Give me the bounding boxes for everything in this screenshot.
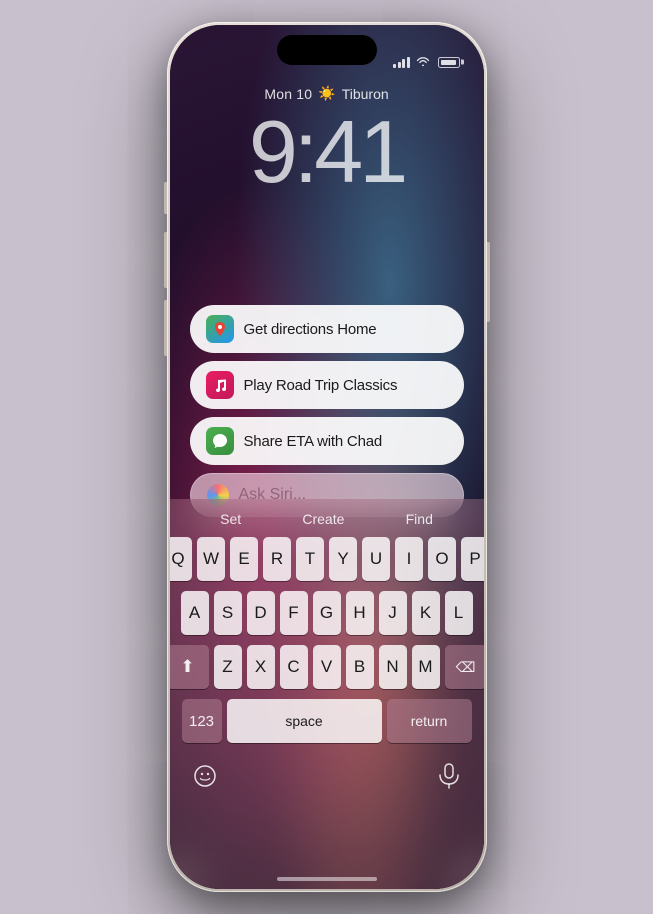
maps-app-icon xyxy=(206,315,234,343)
key-r[interactable]: R xyxy=(263,537,291,581)
side-button-volume-down[interactable] xyxy=(164,300,167,356)
key-x[interactable]: X xyxy=(247,645,275,689)
side-button-silent[interactable] xyxy=(164,182,167,214)
weather-icon: ☀️ xyxy=(318,85,335,102)
emoji-keyboard-icon[interactable] xyxy=(186,757,224,795)
key-row-2: A S D F G H J K L xyxy=(176,591,478,635)
key-s[interactable]: S xyxy=(214,591,242,635)
key-n[interactable]: N xyxy=(379,645,407,689)
key-u[interactable]: U xyxy=(362,537,390,581)
dynamic-island xyxy=(277,35,377,65)
delete-key[interactable]: ⌫ xyxy=(445,645,484,689)
date-weather-row: Mon 10 ☀️ Tiburon xyxy=(264,85,388,102)
key-g[interactable]: G xyxy=(313,591,341,635)
key-row-4: 123 space return xyxy=(176,699,478,743)
keyboard: Set Create Find Q W E R T Y U I O P xyxy=(170,499,484,889)
wifi-icon xyxy=(416,55,430,69)
quicktype-row: Set Create Find xyxy=(170,499,484,537)
key-l[interactable]: L xyxy=(445,591,473,635)
key-h[interactable]: H xyxy=(346,591,374,635)
home-indicator xyxy=(277,877,377,881)
suggestion-messages[interactable]: Share ETA with Chad xyxy=(190,417,464,465)
suggestion-directions-text: Get directions Home xyxy=(244,321,377,338)
numbers-key[interactable]: 123 xyxy=(182,699,222,743)
key-j[interactable]: J xyxy=(379,591,407,635)
key-row-3: ⬆ Z X C V B N M ⌫ xyxy=(176,645,478,689)
time-display: 9:41 xyxy=(249,108,404,196)
key-d[interactable]: D xyxy=(247,591,275,635)
suggestion-directions[interactable]: Get directions Home xyxy=(190,305,464,353)
battery-icon xyxy=(438,57,460,68)
key-y[interactable]: Y xyxy=(329,537,357,581)
key-w[interactable]: W xyxy=(197,537,225,581)
keyboard-bottom-row xyxy=(170,753,484,805)
siri-suggestions: Get directions Home Play Road Trip Class… xyxy=(190,305,464,517)
quicktype-find[interactable]: Find xyxy=(394,507,445,531)
side-button-volume-up[interactable] xyxy=(164,232,167,288)
quicktype-create[interactable]: Create xyxy=(290,507,356,531)
signal-bars-icon xyxy=(393,57,410,68)
key-row-1: Q W E R T Y U I O P xyxy=(176,537,478,581)
status-indicators xyxy=(393,55,460,69)
key-b[interactable]: B xyxy=(346,645,374,689)
key-z[interactable]: Z xyxy=(214,645,242,689)
quicktype-set[interactable]: Set xyxy=(208,507,253,531)
date-text: Mon 10 xyxy=(264,86,312,102)
shift-key[interactable]: ⬆ xyxy=(170,645,209,689)
microphone-key[interactable] xyxy=(430,757,468,795)
lock-screen-content: Mon 10 ☀️ Tiburon 9:41 xyxy=(170,85,484,196)
space-key[interactable]: space xyxy=(227,699,382,743)
location-text: Tiburon xyxy=(342,86,389,102)
phone-frame: Mon 10 ☀️ Tiburon 9:41 Get directions Ho… xyxy=(167,22,487,892)
music-app-icon xyxy=(206,371,234,399)
key-a[interactable]: A xyxy=(181,591,209,635)
key-q[interactable]: Q xyxy=(170,537,193,581)
key-o[interactable]: O xyxy=(428,537,456,581)
key-v[interactable]: V xyxy=(313,645,341,689)
key-c[interactable]: C xyxy=(280,645,308,689)
suggestion-messages-text: Share ETA with Chad xyxy=(244,433,383,450)
return-key[interactable]: return xyxy=(387,699,472,743)
suggestion-music-text: Play Road Trip Classics xyxy=(244,377,398,394)
suggestion-music[interactable]: Play Road Trip Classics xyxy=(190,361,464,409)
messages-app-icon xyxy=(206,427,234,455)
key-m[interactable]: M xyxy=(412,645,440,689)
key-p[interactable]: P xyxy=(461,537,484,581)
key-k[interactable]: K xyxy=(412,591,440,635)
key-f[interactable]: F xyxy=(280,591,308,635)
key-t[interactable]: T xyxy=(296,537,324,581)
side-button-power[interactable] xyxy=(487,242,490,322)
key-e[interactable]: E xyxy=(230,537,258,581)
keyboard-rows: Q W E R T Y U I O P A S D F G xyxy=(170,537,484,743)
phone-screen: Mon 10 ☀️ Tiburon 9:41 Get directions Ho… xyxy=(170,25,484,889)
key-i[interactable]: I xyxy=(395,537,423,581)
